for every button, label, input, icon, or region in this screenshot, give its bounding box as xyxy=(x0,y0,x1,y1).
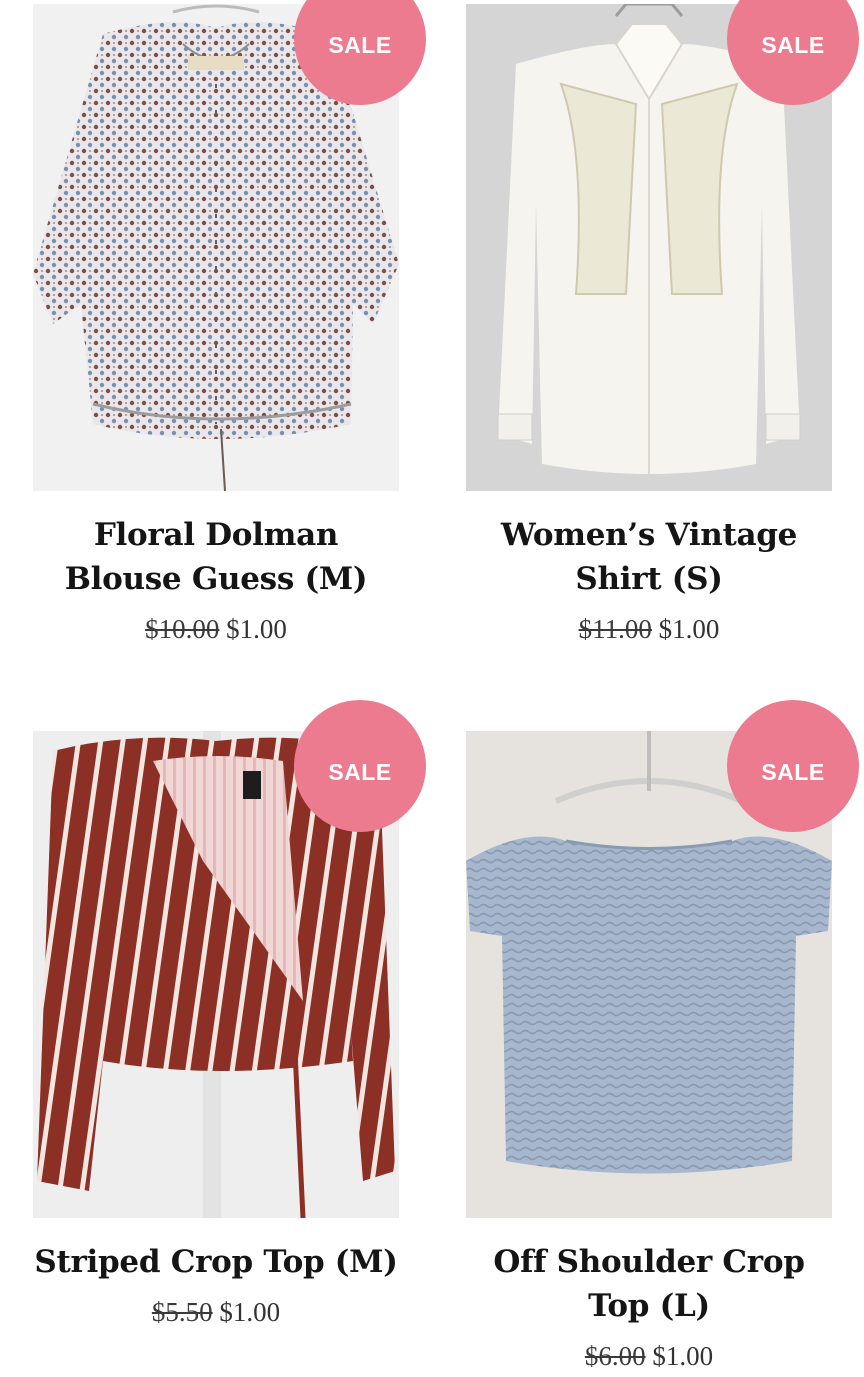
sale-badge-label: SALE xyxy=(761,758,825,785)
product-title[interactable]: Striped Crop Top (M) xyxy=(33,1240,399,1284)
sale-price: $1.00 xyxy=(226,614,287,644)
product-price: $5.50 $1.00 xyxy=(33,1294,399,1330)
sale-price: $1.00 xyxy=(652,1341,714,1371)
product-card[interactable]: SALE Women’s Vintage Shirt (S) $11.00 $1… xyxy=(466,0,859,647)
product-card[interactable]: SALE Striped Crop Top (M) $5.50 $1.00 xyxy=(33,700,426,1330)
original-price: $10.00 xyxy=(145,614,220,644)
product-title[interactable]: Floral Dolman Blouse Guess (M) xyxy=(33,513,399,601)
product-price: $11.00 $1.00 xyxy=(466,611,832,647)
sale-price: $1.00 xyxy=(658,614,720,644)
product-price: $10.00 $1.00 xyxy=(33,611,399,647)
product-grid: SALE Floral Dolman Blouse Guess (M) $10.… xyxy=(0,0,864,1377)
sale-badge-label: SALE xyxy=(761,31,825,58)
original-price: $5.50 xyxy=(151,1297,213,1327)
sale-price: $1.00 xyxy=(219,1297,281,1327)
original-price: $6.00 xyxy=(584,1341,646,1371)
product-card[interactable]: SALE Off Shoulder Crop Top (L) $6.00 $1.… xyxy=(466,700,859,1374)
product-title[interactable]: Off Shoulder Crop Top (L) xyxy=(466,1240,832,1328)
sale-badge: SALE xyxy=(294,700,426,832)
original-price: $11.00 xyxy=(578,614,652,644)
product-card[interactable]: SALE Floral Dolman Blouse Guess (M) $10.… xyxy=(33,0,426,647)
product-title[interactable]: Women’s Vintage Shirt (S) xyxy=(466,513,832,601)
product-price: $6.00 $1.00 xyxy=(466,1338,832,1374)
sale-badge-label: SALE xyxy=(328,758,392,785)
sale-badge: SALE xyxy=(727,700,859,832)
sale-badge-label: SALE xyxy=(328,31,392,58)
